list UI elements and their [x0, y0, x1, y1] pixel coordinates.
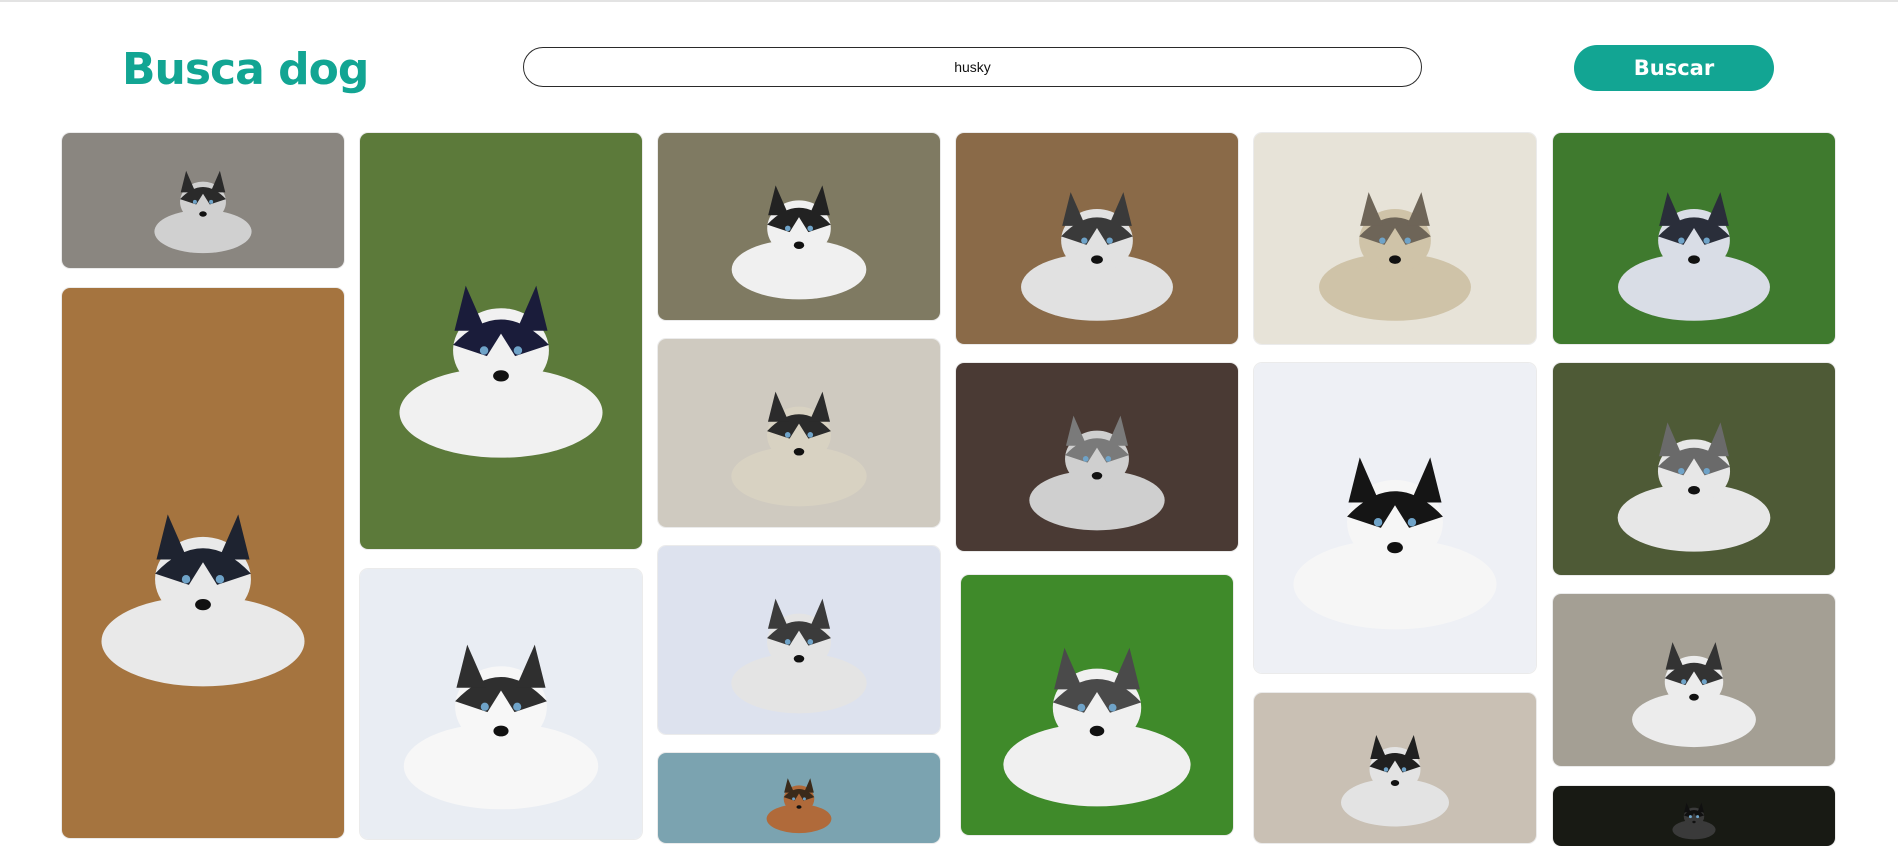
husky-photo-14[interactable] [1254, 693, 1536, 843]
husky-photo-6[interactable] [658, 339, 940, 527]
top-border [0, 0, 1898, 2]
husky-photo-5[interactable] [658, 133, 940, 320]
husky-photo-7[interactable] [658, 546, 940, 734]
husky-photo-11[interactable] [961, 575, 1233, 835]
search-input[interactable] [523, 47, 1422, 87]
search-button[interactable]: Buscar [1574, 45, 1774, 91]
husky-photo-12[interactable] [1254, 133, 1536, 344]
husky-photo-9[interactable] [956, 133, 1238, 344]
husky-photo-16[interactable] [1553, 363, 1835, 575]
husky-photo-15[interactable] [1553, 133, 1835, 344]
husky-photo-1[interactable] [62, 133, 344, 268]
husky-photo-18[interactable] [1553, 786, 1835, 846]
husky-photo-3[interactable] [360, 133, 642, 549]
husky-photo-17[interactable] [1553, 594, 1835, 766]
husky-photo-13[interactable] [1254, 363, 1536, 673]
husky-photo-2[interactable] [62, 288, 344, 838]
logo[interactable]: Busca dog [122, 40, 369, 100]
husky-photo-8[interactable] [658, 753, 940, 843]
husky-photo-10[interactable] [956, 363, 1238, 551]
husky-photo-4[interactable] [360, 569, 642, 839]
